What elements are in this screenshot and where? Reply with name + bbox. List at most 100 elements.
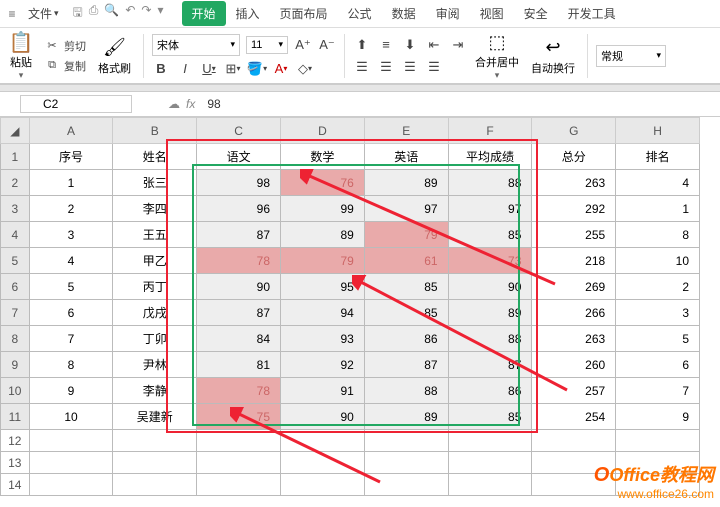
print-icon[interactable]: ⎙ — [89, 3, 99, 24]
cell-F12[interactable] — [448, 430, 532, 452]
row-header-6[interactable]: 6 — [1, 274, 30, 300]
cell-C8[interactable]: 84 — [197, 326, 281, 352]
cell-H7[interactable]: 3 — [616, 300, 700, 326]
cell-E12[interactable] — [364, 430, 448, 452]
cell-G2[interactable]: 263 — [532, 170, 616, 196]
cell-D11[interactable]: 90 — [281, 404, 365, 430]
row-header-2[interactable]: 2 — [1, 170, 30, 196]
cell-H10[interactable]: 7 — [616, 378, 700, 404]
bold-button[interactable]: B — [152, 60, 170, 78]
cell-D3[interactable]: 99 — [281, 196, 365, 222]
hamburger-icon[interactable]: ≡ — [4, 6, 20, 22]
preview-icon[interactable]: 🔍 — [104, 3, 119, 24]
cell-H6[interactable]: 2 — [616, 274, 700, 300]
tab-home[interactable]: 开始 — [182, 1, 226, 26]
col-header-F[interactable]: F — [448, 118, 532, 144]
cell-G8[interactable]: 263 — [532, 326, 616, 352]
header-cell-H[interactable]: 排名 — [616, 144, 700, 170]
italic-button[interactable]: I — [176, 60, 194, 78]
cell-B8[interactable]: 丁卯 — [113, 326, 197, 352]
header-cell-A[interactable]: 序号 — [29, 144, 113, 170]
tab-dev[interactable]: 开发工具 — [558, 1, 626, 26]
col-header-G[interactable]: G — [532, 118, 616, 144]
inc-font-icon[interactable]: A⁺ — [294, 36, 312, 54]
cut-button[interactable]: ✂剪切 — [40, 37, 90, 55]
cell-E8[interactable]: 86 — [364, 326, 448, 352]
cell-F5[interactable]: 73 — [448, 248, 532, 274]
align-justify-icon[interactable]: ☰ — [425, 58, 443, 76]
tab-view[interactable]: 视图 — [470, 1, 514, 26]
indent-dec-icon[interactable]: ⇤ — [425, 36, 443, 54]
name-box[interactable]: C2 — [20, 95, 132, 113]
cell-G12[interactable] — [532, 430, 616, 452]
cell-H4[interactable]: 8 — [616, 222, 700, 248]
header-cell-D[interactable]: 数学 — [281, 144, 365, 170]
cell-H11[interactable]: 9 — [616, 404, 700, 430]
undo-icon[interactable]: ↶ — [125, 3, 135, 24]
cell-H8[interactable]: 5 — [616, 326, 700, 352]
cell-A8[interactable]: 7 — [29, 326, 113, 352]
paste-button[interactable]: 📋 粘贴▾ — [6, 28, 36, 83]
number-format-select[interactable]: 常规▾ — [596, 45, 666, 67]
cell-F7[interactable]: 89 — [448, 300, 532, 326]
header-cell-F[interactable]: 平均成绩 — [448, 144, 532, 170]
cell-D2[interactable]: 76 — [281, 170, 365, 196]
cell-B9[interactable]: 尹林 — [113, 352, 197, 378]
cell-F13[interactable] — [448, 452, 532, 474]
row-header-3[interactable]: 3 — [1, 196, 30, 222]
fx-cancel-icon[interactable]: ☁ — [168, 97, 180, 111]
qat-dropdown-icon[interactable]: ▾ — [157, 3, 163, 24]
row-header-9[interactable]: 9 — [1, 352, 30, 378]
save-icon[interactable]: 🖫 — [73, 3, 83, 24]
cell-A5[interactable]: 4 — [29, 248, 113, 274]
cell-A2[interactable]: 1 — [29, 170, 113, 196]
cell-C5[interactable]: 78 — [197, 248, 281, 274]
cell-C7[interactable]: 87 — [197, 300, 281, 326]
header-cell-B[interactable]: 姓名 — [113, 144, 197, 170]
cell-E10[interactable]: 88 — [364, 378, 448, 404]
col-header-A[interactable]: A — [29, 118, 113, 144]
font-color-button[interactable]: A▾ — [272, 60, 290, 78]
tab-insert[interactable]: 插入 — [226, 1, 270, 26]
cell-E9[interactable]: 87 — [364, 352, 448, 378]
row-header-10[interactable]: 10 — [1, 378, 30, 404]
redo-icon[interactable]: ↷ — [141, 3, 151, 24]
cell-C11[interactable]: 75 — [197, 404, 281, 430]
col-header-D[interactable]: D — [281, 118, 365, 144]
cell-D10[interactable]: 91 — [281, 378, 365, 404]
cell-E2[interactable]: 89 — [364, 170, 448, 196]
cell-E3[interactable]: 97 — [364, 196, 448, 222]
cell-E7[interactable]: 85 — [364, 300, 448, 326]
cell-D7[interactable]: 94 — [281, 300, 365, 326]
cell-F11[interactable]: 85 — [448, 404, 532, 430]
cell-H3[interactable]: 1 — [616, 196, 700, 222]
cell-B2[interactable]: 张三 — [113, 170, 197, 196]
cell-H9[interactable]: 6 — [616, 352, 700, 378]
select-all-corner[interactable]: ◢ — [1, 118, 30, 144]
col-header-E[interactable]: E — [364, 118, 448, 144]
formula-input[interactable]: 98 — [201, 95, 720, 113]
cell-E4[interactable]: 79 — [364, 222, 448, 248]
cell-A7[interactable]: 6 — [29, 300, 113, 326]
cell-F9[interactable]: 87 — [448, 352, 532, 378]
cell-G3[interactable]: 292 — [532, 196, 616, 222]
tab-review[interactable]: 审阅 — [426, 1, 470, 26]
cell-D9[interactable]: 92 — [281, 352, 365, 378]
cell-B12[interactable] — [113, 430, 197, 452]
font-select[interactable]: 宋体▾ — [152, 34, 240, 56]
cell-F4[interactable]: 85 — [448, 222, 532, 248]
cell-D5[interactable]: 79 — [281, 248, 365, 274]
highlight-button[interactable]: ◇▾ — [296, 60, 314, 78]
cell-A13[interactable] — [29, 452, 113, 474]
cell-B13[interactable] — [113, 452, 197, 474]
row-header-14[interactable]: 14 — [1, 474, 30, 496]
cell-E6[interactable]: 85 — [364, 274, 448, 300]
cell-E5[interactable]: 61 — [364, 248, 448, 274]
cell-D8[interactable]: 93 — [281, 326, 365, 352]
cell-B11[interactable]: 吴建新 — [113, 404, 197, 430]
cell-A6[interactable]: 5 — [29, 274, 113, 300]
cell-A14[interactable] — [29, 474, 113, 496]
cell-B5[interactable]: 甲乙 — [113, 248, 197, 274]
row-header-5[interactable]: 5 — [1, 248, 30, 274]
cell-C4[interactable]: 87 — [197, 222, 281, 248]
